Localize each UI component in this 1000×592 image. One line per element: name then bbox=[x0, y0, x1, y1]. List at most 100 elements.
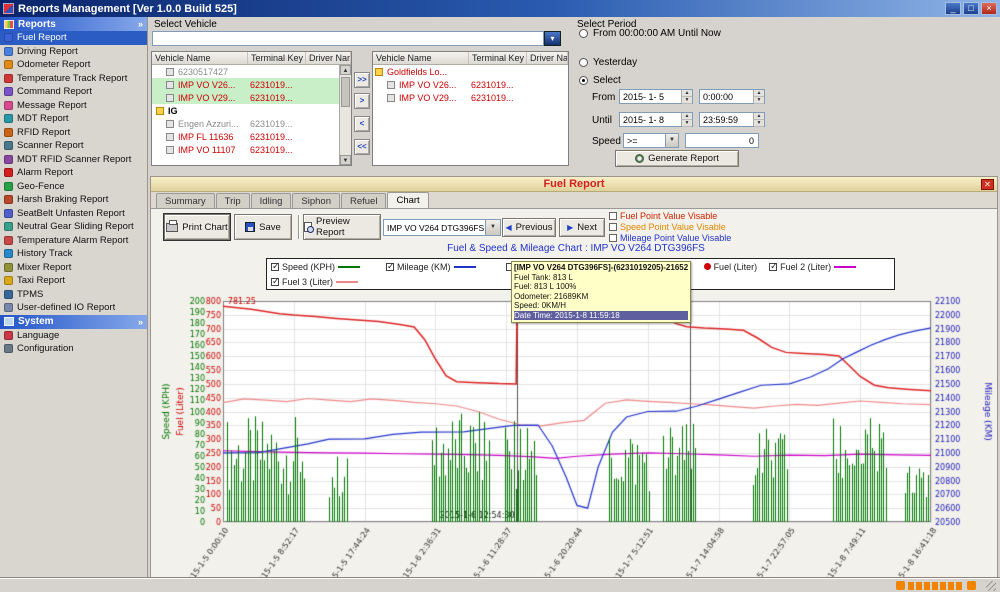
from-time-picker[interactable]: 0:00:00 ▲▼ bbox=[699, 89, 765, 104]
vehicle-row[interactable]: IG bbox=[152, 104, 351, 117]
sidebar-item[interactable]: Odometer Report bbox=[0, 58, 147, 72]
sidebar-item[interactable]: Temperature Alarm Report bbox=[0, 234, 147, 248]
legend-entry[interactable]: Fuel 3 (Liter) bbox=[271, 277, 358, 287]
radio-icon[interactable] bbox=[579, 76, 588, 85]
vehicle-row[interactable]: IMP VO V26... 6231019... bbox=[152, 78, 351, 91]
period-option-yesterday[interactable]: Yesterday bbox=[579, 57, 637, 68]
preview-report-button[interactable]: Preview Report bbox=[303, 214, 381, 240]
vehicle-row[interactable]: Goldfields Lo... bbox=[373, 65, 568, 78]
report-tab[interactable]: Idling bbox=[251, 193, 292, 208]
sidebar-item[interactable]: Harsh Braking Report bbox=[0, 193, 147, 207]
date-spinner-icon[interactable]: ▲▼ bbox=[681, 90, 692, 103]
date-spinner-icon[interactable]: ▲▼ bbox=[681, 113, 692, 126]
move-left-all-button[interactable]: << bbox=[354, 139, 370, 155]
sidebar-item[interactable]: MDT Report bbox=[0, 112, 147, 126]
legend-entry[interactable]: Speed (KPH) bbox=[271, 262, 360, 272]
vehicle-dropdown[interactable]: IMP VO V264 DTG396FS ▼ bbox=[383, 219, 501, 236]
until-time-picker[interactable]: 23:59:59 ▲▼ bbox=[699, 112, 765, 127]
resize-grip[interactable] bbox=[986, 581, 996, 591]
period-option-select[interactable]: Select bbox=[579, 75, 621, 86]
checkbox-icon[interactable] bbox=[609, 234, 617, 242]
legend-entry[interactable]: Fuel (Liter) bbox=[704, 262, 758, 272]
sidebar-item[interactable]: Alarm Report bbox=[0, 166, 147, 180]
vehicle-row[interactable]: IMP VO V26... 6231019... bbox=[373, 78, 568, 91]
close-button[interactable]: × bbox=[981, 2, 997, 15]
legend-checkbox[interactable] bbox=[769, 263, 777, 271]
sidebar-item[interactable]: Message Report bbox=[0, 99, 147, 113]
vehicle-row[interactable]: 6230517427 bbox=[152, 65, 351, 78]
checkbox-icon[interactable] bbox=[609, 212, 617, 220]
time-spinner-icon[interactable]: ▲▼ bbox=[753, 113, 764, 126]
sidebar-item[interactable]: MDT RFID Scanner Report bbox=[0, 153, 147, 167]
vehicle-row[interactable]: IMP VO V29... 6231019... bbox=[373, 91, 568, 104]
legend-entry[interactable]: Fuel 2 (Liter) bbox=[769, 262, 856, 272]
maximize-button[interactable]: □ bbox=[963, 2, 979, 15]
until-date-picker[interactable]: 2015- 1- 8 ▲▼ bbox=[619, 112, 693, 127]
sidebar-item[interactable]: Fuel Report bbox=[0, 31, 147, 45]
report-tab[interactable]: Siphon bbox=[292, 193, 340, 208]
vehicle-row[interactable]: Engen Azzuri... 6231019... bbox=[152, 117, 351, 130]
point-value-checkbox[interactable]: Speed Point Value Visable bbox=[609, 221, 731, 232]
column-driver-name[interactable]: Driver Nam bbox=[527, 52, 568, 64]
sidebar-item[interactable]: Command Report bbox=[0, 85, 147, 99]
vehicle-row[interactable]: IMP VO V29... 6231019... bbox=[152, 91, 351, 104]
previous-button[interactable]: ◀ Previous bbox=[502, 218, 556, 237]
move-right-all-button[interactable]: >> bbox=[354, 72, 370, 88]
report-tab[interactable]: Summary bbox=[156, 193, 215, 208]
from-date-picker[interactable]: 2015- 1- 5 ▲▼ bbox=[619, 89, 693, 104]
move-left-button[interactable]: < bbox=[354, 116, 370, 132]
scroll-up-arrow[interactable]: ▲ bbox=[340, 65, 351, 75]
generate-report-button[interactable]: Generate Report bbox=[615, 150, 739, 167]
sidebar-item[interactable]: Neutral Gear Sliding Report bbox=[0, 220, 147, 234]
column-driver-name[interactable]: Driver Nam bbox=[306, 52, 351, 64]
speed-operator-select[interactable]: >= ▼ bbox=[623, 133, 679, 148]
move-right-button[interactable]: > bbox=[354, 93, 370, 109]
column-terminal-key[interactable]: Terminal Key bbox=[248, 52, 306, 64]
sidebar-item[interactable]: Taxi Report bbox=[0, 274, 147, 288]
legend-entry[interactable]: Mileage (KM) bbox=[386, 262, 476, 272]
report-tab[interactable]: Trip bbox=[216, 193, 250, 208]
vehicle-search-input[interactable] bbox=[152, 31, 544, 46]
minimize-button[interactable]: _ bbox=[945, 2, 961, 15]
radio-icon[interactable] bbox=[579, 29, 588, 38]
save-button[interactable]: Save bbox=[234, 214, 292, 240]
sidebar-item[interactable]: SeatBelt Unfasten Report bbox=[0, 207, 147, 221]
point-value-checkbox[interactable]: Mileage Point Value Visable bbox=[609, 232, 731, 243]
print-chart-button[interactable]: Print Chart bbox=[164, 214, 230, 240]
speed-value-input[interactable]: 0 bbox=[685, 133, 759, 148]
scroll-thumb[interactable] bbox=[341, 77, 350, 107]
sidebar-item[interactable]: Language bbox=[0, 329, 147, 343]
checkbox-icon[interactable] bbox=[609, 223, 617, 231]
column-vehicle-name[interactable]: Vehicle Name bbox=[152, 52, 248, 64]
chevron-down-icon[interactable]: ▼ bbox=[665, 134, 678, 147]
sidebar-item[interactable]: TPMS bbox=[0, 288, 147, 302]
chevron-down-icon[interactable]: ▼ bbox=[485, 220, 500, 235]
report-tab[interactable]: Refuel bbox=[341, 193, 386, 208]
sidebar-item[interactable]: Temperature Track Report bbox=[0, 72, 147, 86]
sidebar-item[interactable]: User-defined IO Report bbox=[0, 301, 147, 315]
vehicle-row[interactable]: IMP VO 11107 6231019... bbox=[152, 143, 351, 156]
time-spinner-icon[interactable]: ▲▼ bbox=[753, 90, 764, 103]
legend-checkbox[interactable] bbox=[386, 263, 394, 271]
search-button[interactable]: ▾ bbox=[544, 31, 561, 46]
point-value-checkbox[interactable]: Fuel Point Value Visable bbox=[609, 210, 731, 221]
legend-checkbox[interactable] bbox=[271, 278, 279, 286]
sidebar-item[interactable]: Scanner Report bbox=[0, 139, 147, 153]
sidebar-item[interactable]: RFID Report bbox=[0, 126, 147, 140]
sidebar-item[interactable]: Driving Report bbox=[0, 45, 147, 59]
vehicle-row[interactable]: IMP FL 11636 6231019... bbox=[152, 130, 351, 143]
sidebar-section-system[interactable]: System » bbox=[0, 315, 147, 329]
report-tab[interactable]: Chart bbox=[387, 192, 428, 208]
legend-checkbox[interactable] bbox=[271, 263, 279, 271]
column-terminal-key[interactable]: Terminal Key bbox=[469, 52, 527, 64]
column-vehicle-name[interactable]: Vehicle Name bbox=[373, 52, 469, 64]
period-option-until-now[interactable]: From 00:00:00 AM Until Now bbox=[579, 28, 721, 39]
sidebar-item[interactable]: History Track bbox=[0, 247, 147, 261]
radio-icon[interactable] bbox=[579, 58, 588, 67]
grid-scrollbar[interactable]: ▲ ▼ bbox=[339, 65, 351, 165]
sidebar-item[interactable]: Geo-Fence bbox=[0, 180, 147, 194]
next-button[interactable]: ▶ Next bbox=[559, 218, 605, 237]
scroll-down-arrow[interactable]: ▼ bbox=[340, 155, 351, 165]
sidebar-item[interactable]: Mixer Report bbox=[0, 261, 147, 275]
report-close-button[interactable]: ✕ bbox=[981, 179, 994, 190]
